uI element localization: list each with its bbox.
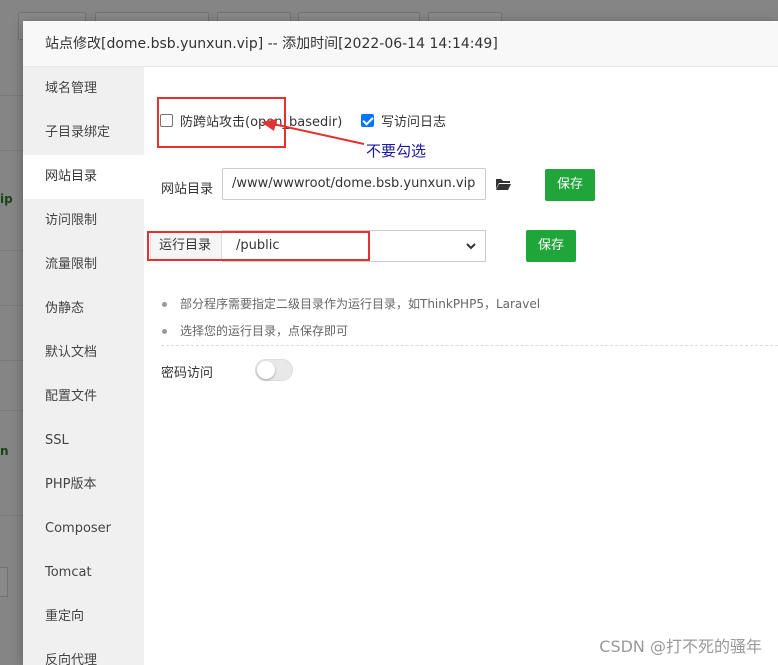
folder-open-icon[interactable]	[495, 177, 512, 191]
section-divider	[161, 345, 778, 346]
chevron-down-icon	[466, 243, 476, 250]
sidebar-item-rewrite[interactable]: 伪静态	[23, 287, 144, 331]
toggle-knob	[257, 361, 275, 379]
site-dir-save-button[interactable]: 保存	[545, 169, 595, 201]
site-edit-modal: 站点修改[dome.bsb.yunxun.vip] -- 添加时间[2022-0…	[23, 21, 778, 665]
password-access-label: 密码访问	[161, 366, 214, 381]
sidebar-item-composer[interactable]: Composer	[23, 507, 144, 551]
sidebar-item-php-version[interactable]: PHP版本	[23, 463, 144, 507]
site-directory-panel: 防跨站攻击(open_basedir) 写访问日志 不要勾选 网站目录 /www…	[144, 67, 778, 665]
password-access-toggle[interactable]	[255, 359, 293, 381]
sidebar-item-ssl[interactable]: SSL	[23, 419, 144, 463]
sidebar-item-default-doc[interactable]: 默认文档	[23, 331, 144, 375]
sidebar-item-subdirectory[interactable]: 子目录绑定	[23, 111, 144, 155]
sidebar-item-config-file[interactable]: 配置文件	[23, 375, 144, 419]
help-note: 选择您的运行目录，点保存即可	[162, 321, 540, 348]
watermark: CSDN @打不死的骚年	[599, 637, 762, 656]
sidebar-item-reverse-proxy[interactable]: 反向代理	[23, 639, 144, 665]
sidebar-item-access-limit[interactable]: 访问限制	[23, 199, 144, 243]
modal-title: 站点修改[dome.bsb.yunxun.vip] -- 添加时间[2022-0…	[23, 21, 778, 67]
help-note-text: 选择您的运行目录，点保存即可	[180, 324, 349, 338]
site-dir-input[interactable]: /www/wwwroot/dome.bsb.yunxun.vip	[222, 168, 486, 200]
sidebar-item-tomcat[interactable]: Tomcat	[23, 551, 144, 595]
sidebar-item-site-directory[interactable]: 网站目录	[23, 155, 144, 199]
annotation-hint: 不要勾选	[366, 142, 427, 160]
access-log-label: 写访问日志	[381, 115, 447, 130]
help-note: 部分程序需要指定二级目录作为运行目录，如ThinkPHP5，Laravel	[162, 294, 540, 321]
help-note-text: 部分程序需要指定二级目录作为运行目录，如ThinkPHP5，Laravel	[180, 297, 541, 311]
sidebar-item-redirect[interactable]: 重定向	[23, 595, 144, 639]
annotation-arrow-icon	[261, 119, 365, 145]
site-dir-label: 网站目录	[161, 182, 214, 197]
annotation-highlight-box	[147, 231, 370, 261]
settings-sidebar: 域名管理 子目录绑定 网站目录 访问限制 流量限制 伪静态 默认文档 配置文件 …	[23, 67, 144, 665]
run-dir-save-button[interactable]: 保存	[526, 230, 576, 262]
sidebar-item-domain[interactable]: 域名管理	[23, 67, 144, 111]
help-notes: 部分程序需要指定二级目录作为运行目录，如ThinkPHP5，Laravel 选择…	[162, 294, 540, 348]
access-log-option[interactable]: 写访问日志	[361, 111, 446, 130]
sidebar-item-traffic-limit[interactable]: 流量限制	[23, 243, 144, 287]
bullet-icon	[162, 302, 167, 307]
bullet-icon	[162, 329, 167, 334]
